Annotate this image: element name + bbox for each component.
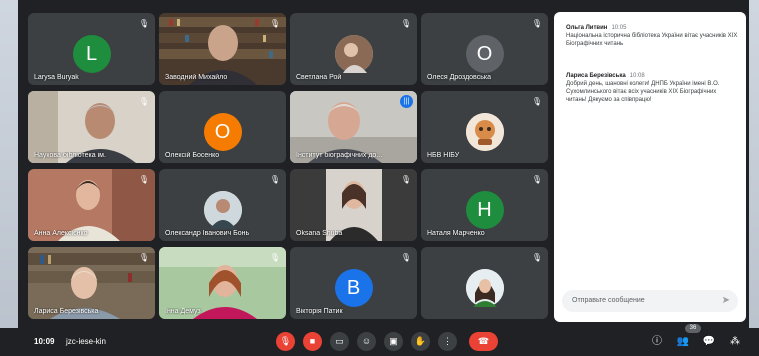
present-icon[interactable]: ▣ (384, 332, 403, 351)
end-call-icon[interactable]: ☎ (469, 332, 498, 351)
mic-off-icon: 🎙 (531, 175, 543, 184)
message-time: 10:08 (629, 73, 645, 79)
chat-input[interactable]: Отправьте сообщение ➤ (562, 290, 738, 312)
meeting-controls-bar: 10:09 jzc-iese-kin 🎙 ■ ▭ ☺ ▣ ✋ ⋮ ☎ ⓘ 👥 💬… (0, 328, 759, 356)
avatar (203, 191, 242, 229)
participant-name: Олеся Дроздовська (427, 74, 491, 81)
participant-name: Олексій Босенко (165, 152, 220, 159)
avatar: О (465, 35, 504, 73)
chat-icon[interactable]: 💬 (700, 332, 718, 351)
participant-count-badge: 36 (685, 324, 701, 333)
speaking-indicator-icon: ||| (400, 95, 413, 108)
mic-off-icon: 🎙 (269, 19, 281, 28)
mic-off-icon: 🎙 (400, 253, 412, 262)
raise-hand-icon[interactable]: ✋ (411, 332, 430, 351)
participant-tile[interactable]: 🎙 Наукова бібліотека ім. (28, 91, 155, 163)
participant-tile-active-speaker[interactable]: ||| Інститут біографічних до... (290, 91, 417, 163)
meet-screen: L 🎙 Larysa Buryak 🎙 Заводний Михайло 🎙 С… (0, 0, 759, 356)
chat-input-placeholder: Отправьте сообщение (572, 297, 645, 304)
chat-panel: Ольга Литвин 10:05 Національна історична … (554, 12, 746, 322)
meeting-clock: 10:09 (34, 337, 55, 346)
activities-icon[interactable]: ⁂ (726, 332, 744, 351)
participant-name: Інна Демуз (165, 308, 201, 315)
participant-name: Светлана Рой (296, 74, 342, 81)
participant-tile[interactable]: О Олексій Босенко (159, 91, 286, 163)
mic-off-icon: 🎙 (138, 175, 150, 184)
mic-off-icon: 🎙 (138, 253, 150, 262)
avatar: Н (465, 191, 504, 229)
avatar: L (72, 35, 111, 73)
chat-message: Лариса Березівська 10:08 Добрий день, шан… (566, 72, 738, 104)
avatar (334, 35, 373, 73)
avatar (465, 269, 504, 307)
people-icon[interactable]: 👥 (674, 332, 692, 351)
message-time: 10:05 (611, 25, 627, 31)
camera-off-icon[interactable]: ■ (303, 332, 322, 351)
participant-name: Олександр Іванович Бонь (165, 230, 250, 237)
emoji-icon[interactable]: ☺ (357, 332, 376, 351)
participant-name: Заводний Михайло (165, 74, 228, 81)
participant-name: Наталя Марченко (427, 230, 485, 237)
participant-tile[interactable]: 🎙 Інна Демуз (159, 247, 286, 319)
participant-tile[interactable]: 🎙 Заводний Михайло (159, 13, 286, 85)
participant-name: Наукова бібліотека ім. (34, 152, 106, 159)
message-text: Національна історична бібліотека України… (566, 33, 738, 47)
mic-off-icon: 🎙 (531, 97, 543, 106)
mic-off-icon: 🎙 (269, 253, 281, 262)
participant-tile[interactable]: О 🎙 Олеся Дроздовська (421, 13, 548, 85)
message-sender: Ольга Литвин (566, 25, 608, 31)
mic-off-icon: 🎙 (138, 19, 150, 28)
participant-tile[interactable]: 🎙 НБВ НІБУ (421, 91, 548, 163)
avatar: О (203, 113, 242, 151)
participant-name: Лариса Березівська (34, 308, 99, 315)
participant-tile[interactable]: Н 🎙 Наталя Марченко (421, 169, 548, 241)
mic-off-icon: 🎙 (138, 97, 150, 106)
left-screen-border (0, 0, 18, 356)
avatar (465, 113, 504, 151)
participant-tile[interactable]: 🎙 Светлана Рой (290, 13, 417, 85)
chat-message: Ольга Литвин 10:05 Національна історична … (566, 24, 738, 48)
participant-name: Larysa Buryak (34, 74, 79, 81)
participant-name: Вікторія Патик (296, 308, 343, 315)
mic-off-icon: 🎙 (531, 253, 543, 262)
avatar: В (334, 269, 373, 307)
participant-name: Анна Алексієнко (34, 230, 88, 237)
participant-tile[interactable]: 🎙 Олександр Іванович Бонь (159, 169, 286, 241)
participant-tile[interactable]: 🎙 Oksana Shuba (290, 169, 417, 241)
info-icon[interactable]: ⓘ (648, 332, 666, 351)
mic-off-icon[interactable]: 🎙 (276, 332, 295, 351)
participant-tile[interactable]: В 🎙 Вікторія Патик (290, 247, 417, 319)
participant-tile[interactable]: L 🎙 Larysa Buryak (28, 13, 155, 85)
more-options-icon[interactable]: ⋮ (438, 332, 457, 351)
participant-tile[interactable]: 🎙 Лариса Березівська (28, 247, 155, 319)
message-text: Добрий день, шановні колеги! ДНПБ Україн… (566, 81, 720, 103)
right-screen-border (749, 0, 759, 356)
mic-off-icon: 🎙 (531, 19, 543, 28)
message-sender: Лариса Березівська (566, 73, 626, 79)
captions-icon[interactable]: ▭ (330, 332, 349, 351)
participant-name: Інститут біографічних до... (296, 152, 383, 159)
participant-name: Oksana Shuba (296, 230, 343, 237)
participant-tile[interactable]: 🎙 Анна Алексієнко (28, 169, 155, 241)
mic-off-icon: 🎙 (269, 175, 281, 184)
participant-tile[interactable]: 🎙 (421, 247, 548, 319)
participant-name: НБВ НІБУ (427, 152, 460, 159)
send-icon[interactable]: ➤ (722, 290, 730, 312)
mic-off-icon: 🎙 (400, 175, 412, 184)
mic-off-icon: 🎙 (400, 19, 412, 28)
meeting-code: jzc-iese-kin (66, 337, 107, 346)
participant-grid: L 🎙 Larysa Buryak 🎙 Заводний Михайло 🎙 С… (24, 10, 548, 324)
